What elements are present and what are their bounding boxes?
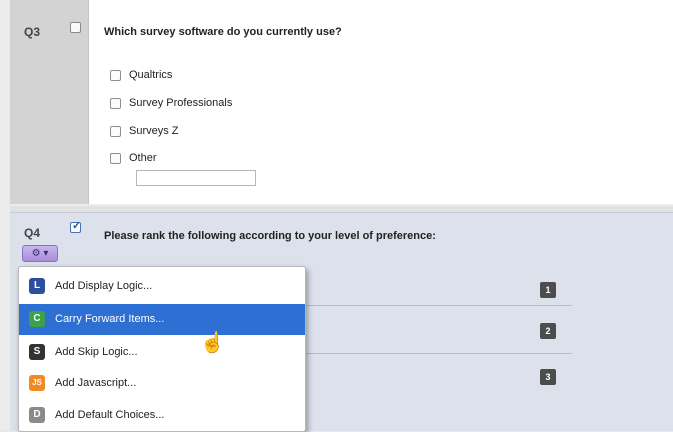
rank-number-badge: 1 (540, 282, 556, 298)
option-label: Surveys Z (129, 125, 179, 137)
question-settings-menu: L Add Display Logic... C Carry Forward I… (18, 266, 306, 432)
menu-item-add-javascript[interactable]: JS Add Javascript... (19, 368, 305, 399)
survey-editor: Q3 Which survey software do you currentl… (0, 0, 673, 432)
q3-question-text: Which survey software do you currently u… (104, 26, 342, 38)
menu-item-label: Add Default Choices... (55, 409, 165, 421)
skip-logic-icon: S (29, 344, 45, 360)
menu-item-carry-forward-items[interactable]: C Carry Forward Items... (19, 304, 305, 335)
hand-cursor-icon: ☝ (200, 332, 225, 354)
q3-number: Q3 (24, 25, 41, 39)
rank-number-badge: 3 (540, 369, 556, 385)
q4-select-checkbox[interactable]: ✓ (70, 220, 82, 233)
other-text-input[interactable] (136, 170, 256, 186)
menu-item-label: Add Skip Logic... (55, 346, 138, 358)
option-checkbox[interactable] (110, 98, 121, 109)
rank-number-badge: 2 (540, 323, 556, 339)
menu-item-label: Add Display Logic... (55, 280, 153, 292)
question-settings-gear-button[interactable]: ⚙ ▾ (22, 245, 58, 262)
option-checkbox[interactable] (110, 70, 121, 81)
q3-select-checkbox[interactable] (70, 22, 81, 33)
menu-item-label: Add Javascript... (55, 377, 137, 389)
menu-item-add-display-logic[interactable]: L Add Display Logic... (19, 271, 305, 302)
display-logic-icon: L (29, 278, 45, 294)
carry-forward-icon: C (29, 311, 45, 327)
option-label: Qualtrics (129, 69, 173, 81)
menu-item-add-default-choices[interactable]: D Add Default Choices... (19, 400, 305, 431)
option-label: Survey Professionals (129, 97, 233, 109)
q4-number: Q4 (24, 226, 41, 240)
option-checkbox[interactable] (110, 126, 121, 137)
default-choices-icon: D (29, 407, 45, 423)
checkmark-icon: ✓ (72, 220, 82, 232)
menu-item-label: Carry Forward Items... (55, 313, 165, 325)
option-label: Other (129, 152, 157, 164)
menu-item-add-skip-logic[interactable]: S Add Skip Logic... (19, 337, 305, 368)
rank-row-divider (300, 305, 572, 306)
q4-question-text: Please rank the following according to y… (104, 230, 436, 242)
rank-row-divider (300, 353, 572, 354)
option-checkbox[interactable] (110, 153, 121, 164)
javascript-icon: JS (29, 375, 45, 391)
